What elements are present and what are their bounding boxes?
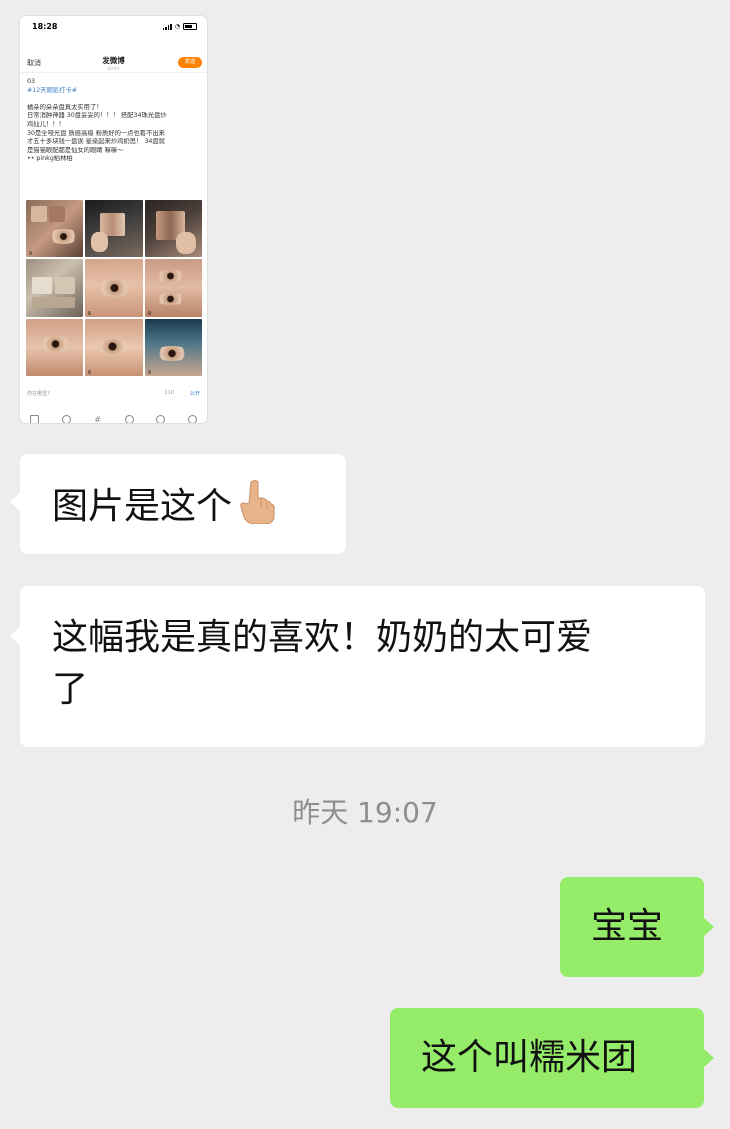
bubble-tail [10,493,20,511]
bubble-tail [704,918,714,936]
emoji-icon [156,415,166,423]
photo-label: · [88,369,92,374]
post-line: 橘朵的朵朵盘真太实用了！ [27,103,103,111]
message-text: 宝宝 [591,906,664,947]
message-bubble-received[interactable]: 图片是这个 [20,454,346,554]
photo-thumbnail: · [85,259,143,317]
location-prompt: 你在哪里? [27,391,50,397]
hashtag-icon: # [94,415,102,423]
compose-toolbar: # [30,415,197,423]
message-text: 图片是这个 [52,486,233,527]
photo-thumbnail: · [144,318,202,376]
photo-thumbnail: · [85,318,143,376]
photo-label: · [147,310,151,315]
status-icons: ◔ [162,23,197,30]
post-hashtag: #12天眼影打卡# [27,86,78,94]
visibility-label: 公开 [189,391,200,397]
status-bar: 18:28 ◔ [20,16,207,34]
photo-grid: · · · · · [26,200,202,376]
photo-thumbnail [144,200,202,258]
message-bubble-received[interactable]: 这幅我是真的喜欢！奶奶的太可爱 了 [20,586,705,747]
battery-icon [183,23,197,30]
post-text: 03 #12天眼影打卡# 橘朵的朵朵盘真太实用了！ 日常消肿神器 30盘妥妥的！… [27,78,201,164]
compose-nav-bar: 取消 发微博 pinkt 发送 [20,36,207,73]
photo-thumbnail [26,259,84,317]
photo-thumbnail: · [144,259,202,317]
post-line: 是猫猫眼配都是仙女的眼睛 嘛嘛～ [27,146,124,154]
message-bubble-sent[interactable]: 宝宝 [560,877,704,977]
post-line: •• pinkg柏林柏 [27,155,73,163]
photo-label: · [29,251,33,256]
message-text: 这个叫糯米团 [421,1037,638,1078]
gif-icon [124,415,134,423]
post-meta: 你在哪里? 110 公开 [27,390,200,400]
compose-subtitle: pinkt [107,66,120,72]
bubble-tail [704,1049,714,1067]
message-text-line: 这幅我是真的喜欢！奶奶的太可爱 [52,617,593,658]
post-line: 03 [27,78,36,85]
post-line: 才五十多块钱一盘诶 晕染起来炒鸡奶思！ 34盘就 [27,138,165,146]
post-line: 日常消肿神器 30盘妥妥的！！！ 搭配34珠光盘炒 [27,112,167,120]
signal-icon [162,23,172,30]
status-time: 18:28 [32,22,58,31]
photo-thumbnail: · [26,200,84,258]
message-bubble-sent[interactable]: 这个叫糯米团 [390,1008,704,1108]
chat-timestamp: 昨天 19:07 [292,796,438,829]
bubble-tail [10,627,20,645]
photo-thumbnail [26,318,84,376]
mention-icon [61,415,71,423]
message-text-line: 了 [52,669,89,710]
send-button: 发送 [178,57,202,68]
wifi-icon: ◔ [174,23,180,30]
photo-label: · [88,310,92,315]
post-line: 30是全哑光盘 质感高级 粉质好的一点也看不出来 [27,129,165,137]
image-icon [30,415,39,423]
shared-screenshot-image[interactable]: 18:28 ◔ 取消 发微博 pinkt 发送 03 #12天眼影打卡# 橘朵的… [20,16,207,423]
post-line: 鸡仙儿！！！ [27,120,65,128]
char-count: 110 [164,390,174,396]
pointing-up-emoji-icon [234,478,278,539]
photo-thumbnail [85,200,143,258]
post-gap [27,95,201,104]
add-icon [187,415,197,423]
photo-label: · [147,369,151,374]
